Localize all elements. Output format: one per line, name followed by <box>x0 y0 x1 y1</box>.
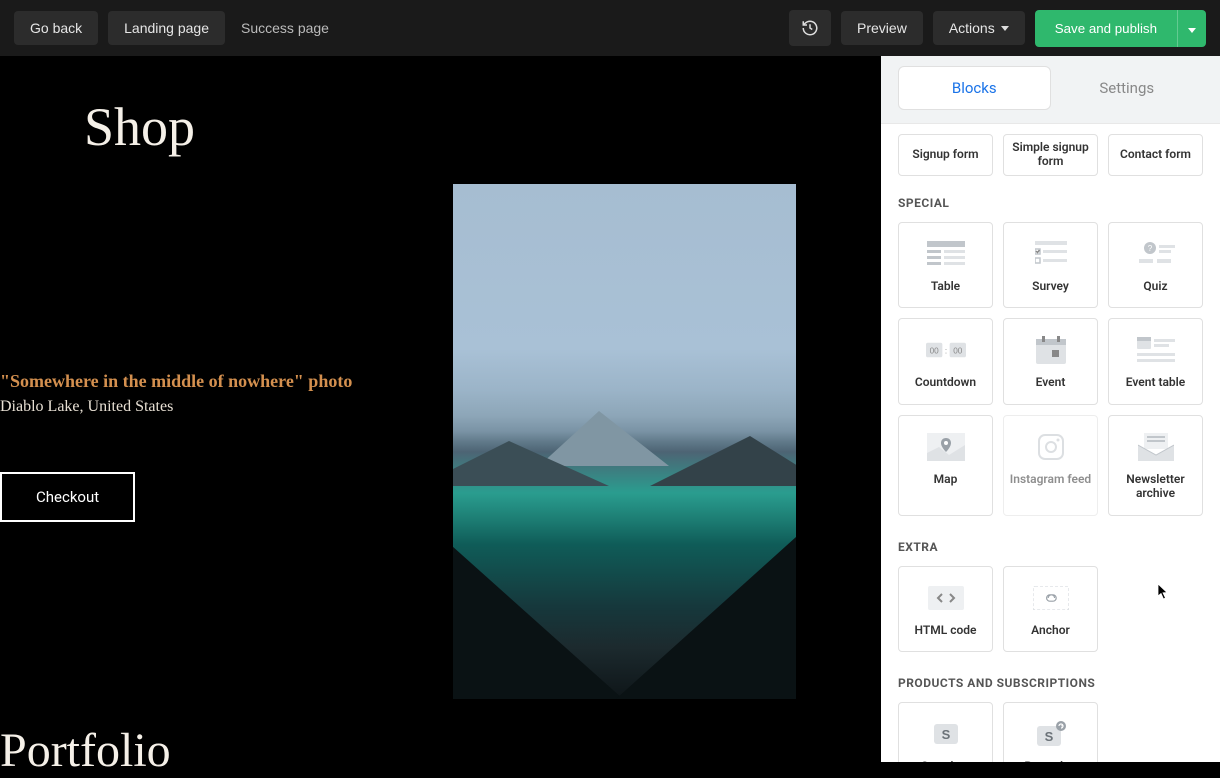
sidebar-tabs: Blocks Settings <box>898 66 1203 110</box>
newsletter-icon <box>1136 432 1176 462</box>
quiz-icon: ? <box>1136 239 1176 269</box>
recurring-purchase-icon: S <box>1031 719 1071 749</box>
section-extra-label: EXTRA <box>898 540 1203 554</box>
block-event[interactable]: Event <box>1003 318 1098 404</box>
product-title: "Somewhere in the middle of nowhere" pho… <box>0 371 352 392</box>
landing-page-tab[interactable]: Landing page <box>108 11 225 45</box>
history-button[interactable] <box>789 10 831 46</box>
instagram-icon <box>1031 432 1071 462</box>
svg-text::: : <box>945 346 947 356</box>
block-onetime-purchase[interactable]: S One-time purchase <box>898 702 993 762</box>
shop-heading: Shop <box>84 96 881 158</box>
actions-button[interactable]: Actions <box>933 11 1025 45</box>
chevron-down-icon <box>1188 28 1196 33</box>
save-publish-dropdown[interactable] <box>1177 10 1206 47</box>
tab-blocks[interactable]: Blocks <box>898 66 1051 110</box>
block-map[interactable]: Map <box>898 415 993 516</box>
block-quiz[interactable]: ? Quiz <box>1108 222 1203 308</box>
section-special-label: SPECIAL <box>898 196 1203 210</box>
preview-button[interactable]: Preview <box>841 11 923 45</box>
svg-text:?: ? <box>1147 244 1152 253</box>
block-newsletter-archive[interactable]: Newsletter archive <box>1108 415 1203 516</box>
svg-text:00: 00 <box>929 347 939 356</box>
event-table-icon <box>1136 335 1176 365</box>
anchor-icon <box>1031 583 1071 613</box>
block-table[interactable]: Table <box>898 222 993 308</box>
countdown-icon: 00:00 <box>926 335 966 365</box>
svg-text:S: S <box>1044 729 1053 744</box>
actions-label: Actions <box>949 20 995 36</box>
topbar: Go back Landing page Success page Previe… <box>0 0 1220 56</box>
block-survey[interactable]: Survey <box>1003 222 1098 308</box>
block-html-code[interactable]: HTML code <box>898 566 993 652</box>
save-publish-button[interactable]: Save and publish <box>1035 10 1177 47</box>
chevron-down-icon <box>1001 26 1009 31</box>
product-image[interactable] <box>453 184 796 699</box>
code-icon <box>926 583 966 613</box>
blocks-panel[interactable]: Signup form Simple signup form Contact f… <box>881 110 1220 762</box>
svg-text:S: S <box>941 727 950 742</box>
block-instagram-feed: Instagram feed <box>1003 415 1098 516</box>
block-countdown[interactable]: 00:00 Countdown <box>898 318 993 404</box>
success-page-tab[interactable]: Success page <box>225 11 345 45</box>
survey-icon <box>1031 239 1071 269</box>
block-contact-form[interactable]: Contact form <box>1108 134 1203 176</box>
history-icon <box>801 19 819 37</box>
go-back-button[interactable]: Go back <box>14 11 98 45</box>
map-icon <box>926 432 966 462</box>
right-sidebar: Blocks Settings Signup form Simple signu… <box>881 56 1220 762</box>
checkout-button[interactable]: Checkout <box>0 472 135 522</box>
block-anchor[interactable]: Anchor <box>1003 566 1098 652</box>
product-subtitle: Diablo Lake, United States <box>0 398 173 416</box>
next-section-heading: Portfolio <box>0 723 171 778</box>
block-recurring-purchase[interactable]: S Recurring purchase <box>1003 702 1098 762</box>
block-signup-form[interactable]: Signup form <box>898 134 993 176</box>
block-event-table[interactable]: Event table <box>1108 318 1203 404</box>
block-simple-signup-form[interactable]: Simple signup form <box>1003 134 1098 176</box>
onetime-purchase-icon: S <box>926 719 966 749</box>
table-icon <box>926 239 966 269</box>
save-publish-group: Save and publish <box>1035 10 1206 47</box>
svg-text:00: 00 <box>953 347 963 356</box>
editor-canvas[interactable]: Shop "Somewhere in the middle of nowhere… <box>0 56 881 762</box>
section-products-label: PRODUCTS AND SUBSCRIPTIONS <box>898 676 1203 690</box>
tab-settings[interactable]: Settings <box>1051 66 1204 110</box>
page-switcher: Landing page Success page <box>108 11 345 45</box>
event-icon <box>1031 335 1071 365</box>
